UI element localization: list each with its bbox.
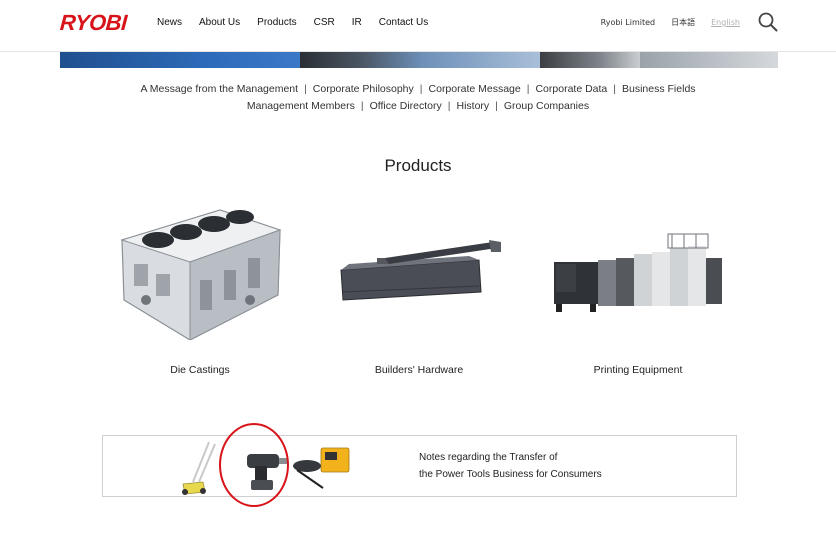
english-language-link[interactable]: English: [711, 18, 740, 27]
page-title: Products: [384, 156, 452, 175]
japanese-language-link[interactable]: 日本語: [671, 17, 695, 28]
subnav-row-1: A Message from the Management | Corporate …: [140, 83, 696, 95]
product-builders-hardware[interactable]: Builders' Hardware: [319, 200, 519, 385]
subnav-corporate-message[interactable]: Corporate Message: [429, 83, 521, 95]
nav-news[interactable]: News: [157, 17, 182, 28]
subnav-group-companies[interactable]: Group Companies: [504, 100, 589, 112]
header-right-links: Ryobi Limited 日本語 English: [585, 17, 740, 28]
product-label: Builders' Hardware: [374, 364, 464, 376]
notice-line-2: the Power Tools Business for Consumers: [419, 469, 602, 480]
subnav-history[interactable]: History: [456, 100, 489, 112]
ryobi-logo[interactable]: RYOBI: [59, 10, 128, 36]
engine-block-icon: [120, 209, 282, 341]
subnav-row-2: Management Members | Office Directory | Hist…: [246, 100, 590, 112]
subnav-office-directory[interactable]: Office Directory: [370, 100, 442, 112]
subnav-corporate-data[interactable]: Corporate Data: [535, 83, 607, 95]
nav-csr[interactable]: CSR: [314, 17, 335, 28]
ryobi-limited-link[interactable]: Ryobi Limited: [601, 18, 655, 27]
power-tools-transfer-notice[interactable]: Notes regarding the Transfer of the Powe…: [102, 435, 737, 497]
site-header: RYOBI News About Us Products CSR IR Cont…: [0, 0, 836, 52]
product-die-castings[interactable]: Die Castings: [100, 200, 300, 385]
about-subnav: A Message from the Management | Corporate …: [0, 81, 836, 115]
notice-line-1: Notes regarding the Transfer of: [419, 452, 558, 463]
nav-products[interactable]: Products: [257, 17, 296, 28]
main-nav: News About Us Products CSR IR Contact Us: [157, 17, 445, 28]
nav-contact-us[interactable]: Contact Us: [379, 17, 428, 28]
product-label: Printing Equipment: [593, 364, 683, 376]
subnav-message-management[interactable]: A Message from the Management: [140, 83, 298, 95]
subnav-business-fields[interactable]: Business Fields: [622, 83, 696, 95]
product-label: Die Castings: [170, 364, 230, 376]
search-icon[interactable]: [758, 12, 778, 32]
subnav-management-members[interactable]: Management Members: [247, 100, 355, 112]
nav-about-us[interactable]: About Us: [199, 17, 240, 28]
door-closer-icon: [340, 240, 501, 301]
subnav-corporate-philosophy[interactable]: Corporate Philosophy: [313, 83, 414, 95]
printing-press-icon: [554, 233, 722, 312]
nav-ir[interactable]: IR: [352, 17, 362, 28]
hero-banner-image: [60, 52, 778, 68]
product-printing-equipment[interactable]: Printing Equipment: [538, 200, 738, 385]
power-tools-thumbnail: [182, 441, 350, 495]
notice-text: Notes regarding the Transfer of the Powe…: [419, 449, 602, 483]
